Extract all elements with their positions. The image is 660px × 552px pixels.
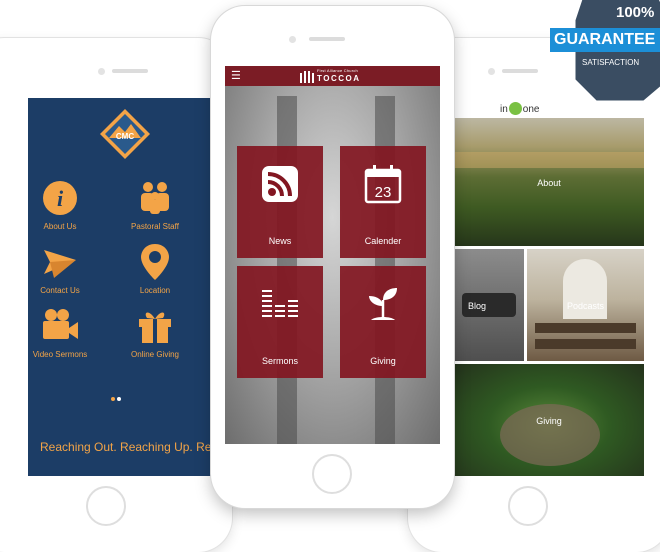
rss-icon <box>262 166 298 202</box>
home-button[interactable] <box>86 486 126 526</box>
speaker-slot <box>502 69 538 73</box>
home-button[interactable] <box>312 454 352 494</box>
app-header: ☰ First Alliance Church TOCCOA <box>225 66 440 86</box>
podcasts-label[interactable]: Podcasts <box>527 301 644 311</box>
blog-panel[interactable]: Blog <box>454 249 524 361</box>
map-pin-icon[interactable] <box>135 242 175 282</box>
video-camera-icon[interactable] <box>40 306 80 346</box>
camera-dot <box>289 36 296 43</box>
info-icon[interactable]: i <box>40 178 80 218</box>
about-label[interactable]: About <box>454 178 644 188</box>
blog-label[interactable]: Blog <box>454 301 512 311</box>
church-subtitle: First Alliance Church <box>317 68 358 73</box>
tagline: Reaching Out. Reaching Up. Reaching In. <box>40 440 212 454</box>
calendar-label: Calender <box>364 236 402 246</box>
plant-icon <box>369 288 397 320</box>
logo-right-text: one <box>522 104 540 115</box>
menu-label-contact-us[interactable]: Contact Us <box>28 286 105 295</box>
paper-plane-icon[interactable] <box>40 242 80 282</box>
about-panel[interactable]: About <box>454 118 644 246</box>
right-app-screen: in one About Blog Podcasts Giving <box>454 98 644 476</box>
camera-dot <box>488 68 495 75</box>
left-phone: CMC i About Us Pastoral Staff Contact Us… <box>0 38 232 552</box>
speaker-slot <box>112 69 148 73</box>
logo-dot-icon <box>508 102 522 115</box>
menu-label-video-sermons[interactable]: Video Sermons <box>28 350 105 359</box>
logo-text: CMC <box>116 132 134 141</box>
camera-dot <box>98 68 105 75</box>
podcasts-panel[interactable]: Podcasts <box>527 249 644 361</box>
menu-label-online-giving[interactable]: Online Giving <box>110 350 200 359</box>
sermons-label: Sermons <box>261 356 298 366</box>
church-logo-icon <box>300 71 314 83</box>
menu-label-pastoral-staff[interactable]: Pastoral Staff <box>110 222 200 231</box>
giving-label: Giving <box>370 356 396 366</box>
giving-panel[interactable]: Giving <box>454 364 644 476</box>
svg-text:i: i <box>57 186 64 211</box>
badge-top-text: 100% <box>616 4 655 21</box>
middle-app-screen: ☰ First Alliance Church TOCCOA News 23 C… <box>225 66 440 444</box>
church-logo-icon: CMC <box>100 109 150 159</box>
sermons-tile[interactable]: Sermons <box>237 266 323 378</box>
speaker-slot <box>309 37 345 41</box>
guarantee-badge: 100% GUARANTEE SATISFACTION <box>544 0 660 108</box>
calendar-tile[interactable]: 23 Calender <box>340 146 426 258</box>
church-name: TOCCOA <box>317 74 361 83</box>
calendar-icon: 23 <box>364 165 402 204</box>
in1one-logo: in one <box>500 102 539 115</box>
page-indicator[interactable] <box>110 388 122 406</box>
gift-icon[interactable] <box>135 306 175 346</box>
left-app-screen: CMC i About Us Pastoral Staff Contact Us… <box>28 98 212 476</box>
middle-phone: ☰ First Alliance Church TOCCOA News 23 C… <box>211 6 454 508</box>
giving-label[interactable]: Giving <box>454 416 644 426</box>
home-button[interactable] <box>508 486 548 526</box>
badge-bottom-text: SATISFACTION <box>582 58 640 67</box>
hamburger-menu-icon[interactable]: ☰ <box>231 71 241 82</box>
menu-label-about-us[interactable]: About Us <box>28 222 105 231</box>
logo-left-text: in <box>500 104 508 115</box>
calendar-day: 23 <box>375 184 392 201</box>
news-tile[interactable]: News <box>237 146 323 258</box>
menu-label-location[interactable]: Location <box>110 286 200 295</box>
giving-tile[interactable]: Giving <box>340 266 426 378</box>
badge-middle-text: GUARANTEE <box>554 31 656 48</box>
equalizer-icon <box>262 290 298 317</box>
news-label: News <box>268 236 292 246</box>
people-icon[interactable] <box>135 178 175 218</box>
